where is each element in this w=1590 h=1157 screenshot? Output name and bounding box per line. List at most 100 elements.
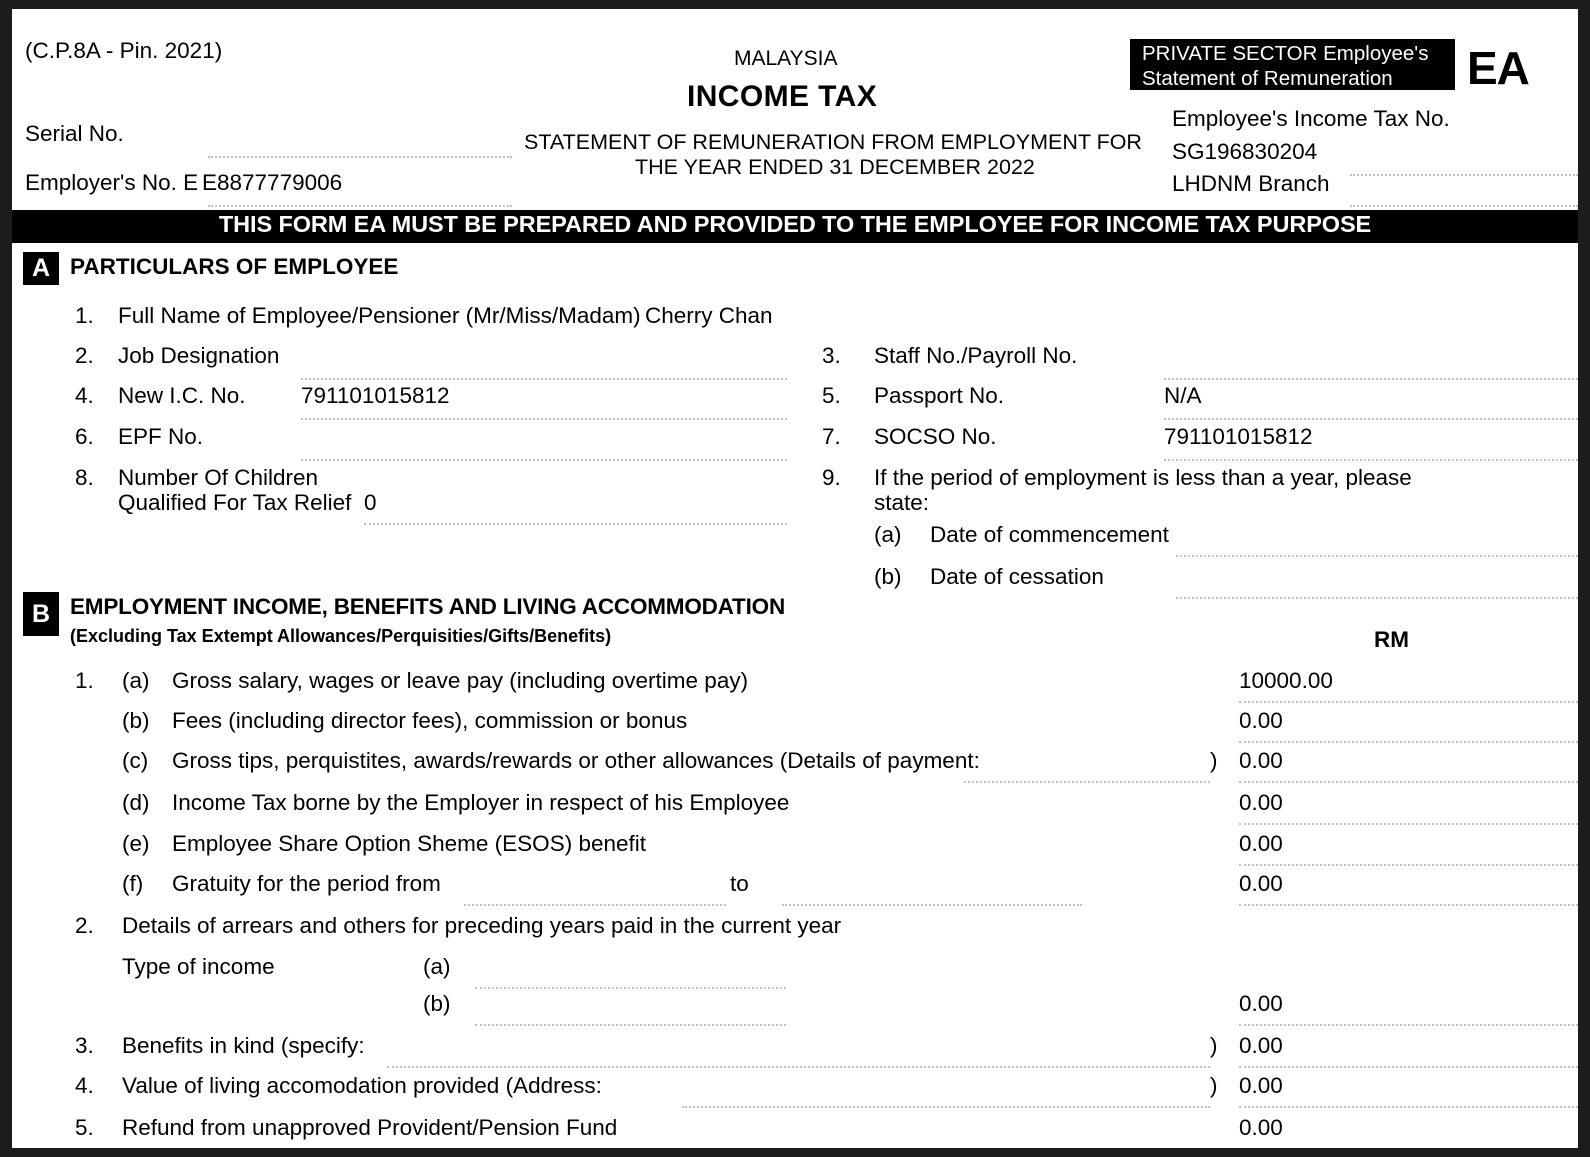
item-5-number: 5. [822, 383, 841, 408]
section-b-subtitle: (Excluding Tax Extempt Allowances/Perqui… [70, 626, 612, 646]
children-count-value[interactable]: 0 [364, 490, 377, 516]
new-ic-no-value[interactable]: 791101015812 [301, 383, 450, 409]
b-item-2a-letter: (a) [423, 954, 451, 979]
b-row-c-label: Gross tips, perquistites, awards/rewards… [172, 748, 980, 773]
item-9-label-line-1: If the period of employment is less than… [874, 465, 1412, 490]
living-accommodation-address-line[interactable] [682, 1106, 1210, 1108]
b-row-c-line [1239, 781, 1578, 783]
income-tax-no-label: Employee's Income Tax No. [1172, 106, 1450, 131]
subtitle-line-2: THE YEAR ENDED 31 DECEMBER 2022 [635, 155, 1035, 179]
b-item-2-label: Details of arrears and others for preced… [122, 913, 842, 938]
b-row-f-letter: (f) [122, 871, 144, 896]
benefits-in-kind-line[interactable] [387, 1066, 1210, 1068]
lhdnm-branch-line[interactable] [1350, 205, 1578, 207]
children-count-line[interactable] [364, 523, 787, 525]
b-row-e-letter: (e) [122, 831, 150, 856]
b-item-5-amount[interactable]: 0.00 [1239, 1115, 1283, 1141]
b-item-4-number: 4. [75, 1073, 94, 1098]
b-item-2-number: 2. [75, 913, 94, 938]
date-of-cessation-line[interactable] [1176, 597, 1578, 599]
page-title: INCOME TAX [687, 80, 878, 113]
item-7-label: SOCSO No. [874, 424, 997, 449]
item-6-label: EPF No. [118, 424, 204, 449]
section-a-letter: A [23, 252, 59, 285]
income-tax-no-line [1350, 174, 1578, 176]
badge-line-2: Statement of Remuneration [1142, 67, 1393, 90]
date-of-commencement-line[interactable] [1176, 555, 1578, 557]
item-2-number: 2. [75, 343, 94, 368]
b-row-c-amount[interactable]: 0.00 [1239, 748, 1283, 774]
staff-no-line[interactable] [1164, 378, 1578, 380]
ea-logo: EA [1467, 42, 1530, 94]
serial-no-line[interactable] [208, 156, 512, 158]
type-of-income-b-line[interactable] [475, 1024, 786, 1026]
new-ic-no-line[interactable] [301, 418, 787, 420]
b-row-c-letter: (c) [122, 748, 149, 773]
b-item-2b-amount[interactable]: 0.00 [1239, 991, 1283, 1017]
b-item-3-number: 3. [75, 1033, 94, 1058]
b-row-b-letter: (b) [122, 708, 150, 733]
employer-no-label: Employer's No. E [25, 170, 199, 195]
item-1-number: 1. [75, 303, 94, 328]
b-row-f-amount[interactable]: 0.00 [1239, 871, 1283, 897]
income-tax-no-value[interactable]: SG196830204 [1172, 140, 1317, 164]
b-row-c-details-line[interactable] [964, 781, 1210, 783]
b-item-4-line [1239, 1106, 1578, 1108]
b-row-e-line [1239, 864, 1578, 866]
type-of-income-a-line[interactable] [475, 987, 786, 989]
b-item-5-number: 5. [75, 1115, 94, 1140]
serial-no-label: Serial No. [25, 121, 124, 146]
b-row-d-letter: (d) [122, 790, 150, 815]
socso-no-value[interactable]: 791101015812 [1164, 424, 1313, 450]
b-row-e-amount[interactable]: 0.00 [1239, 831, 1283, 857]
b-row-f-label-to: to [730, 871, 749, 896]
item-4-label: New I.C. No. [118, 383, 246, 408]
b-item-4-amount[interactable]: 0.00 [1239, 1073, 1283, 1099]
b-row-b-amount[interactable]: 0.00 [1239, 708, 1283, 734]
b-item-3-close-paren: ) [1210, 1033, 1218, 1058]
item-8-number: 8. [75, 465, 94, 490]
form-code: (C.P.8A - Pin. 2021) [25, 38, 223, 63]
item-9b-letter: (b) [874, 564, 902, 589]
gratuity-from-line[interactable] [464, 904, 726, 906]
b-row-d-label: Income Tax borne by the Employer in resp… [172, 790, 790, 815]
b-item-1-number: 1. [75, 668, 94, 693]
section-a-title: PARTICULARS OF EMPLOYEE [70, 254, 399, 279]
item-9-number: 9. [822, 465, 841, 490]
badge-line-1: PRIVATE SECTOR Employee's [1142, 42, 1429, 65]
document-page: (C.P.8A - Pin. 2021) Serial No. Employer… [0, 0, 1590, 1157]
item-3-label: Staff No./Payroll No. [874, 343, 1078, 368]
item-8-label-line-2: Qualified For Tax Relief [118, 490, 352, 515]
b-item-4-close-paren: ) [1210, 1073, 1218, 1098]
epf-no-line[interactable] [301, 459, 787, 461]
item-4-number: 4. [75, 383, 94, 408]
employer-no-value[interactable]: E8877779006 [202, 171, 342, 195]
b-item-2b-letter: (b) [423, 991, 451, 1016]
b-row-a-line [1239, 701, 1578, 703]
b-item-5-label: Refund from unapproved Provident/Pension… [122, 1115, 618, 1140]
item-2-label: Job Designation [118, 343, 280, 368]
item-3-number: 3. [822, 343, 841, 368]
b-item-3-amount[interactable]: 0.00 [1239, 1033, 1283, 1059]
form-sheet: (C.P.8A - Pin. 2021) Serial No. Employer… [12, 9, 1578, 1148]
job-designation-line[interactable] [301, 378, 787, 380]
currency-header: RM [1374, 627, 1409, 652]
item-9a-label: Date of commencement [930, 522, 1169, 547]
section-b-title: EMPLOYMENT INCOME, BENEFITS AND LIVING A… [70, 594, 786, 619]
b-row-a-amount[interactable]: 10000.00 [1239, 668, 1333, 694]
section-b-letter: B [23, 592, 59, 636]
socso-no-line[interactable] [1164, 459, 1578, 461]
b-row-d-amount[interactable]: 0.00 [1239, 790, 1283, 816]
employee-full-name-value[interactable]: Cherry Chan [645, 303, 773, 329]
passport-no-value[interactable]: N/A [1164, 383, 1202, 409]
type-of-income-label: Type of income [122, 954, 275, 979]
country-label: MALAYSIA [734, 47, 838, 70]
passport-no-line[interactable] [1164, 418, 1578, 420]
b-row-e-label: Employee Share Option Sheme (ESOS) benef… [172, 831, 646, 856]
b-row-b-label: Fees (including director fees), commissi… [172, 708, 688, 733]
item-7-number: 7. [822, 424, 841, 449]
b-item-4-label: Value of living accomodation provided (A… [122, 1073, 602, 1098]
gratuity-to-line[interactable] [782, 904, 1082, 906]
subtitle-line-1: STATEMENT OF REMUNERATION FROM EMPLOYMEN… [524, 130, 1142, 154]
item-1-label: Full Name of Employee/Pensioner (Mr/Miss… [118, 303, 641, 328]
